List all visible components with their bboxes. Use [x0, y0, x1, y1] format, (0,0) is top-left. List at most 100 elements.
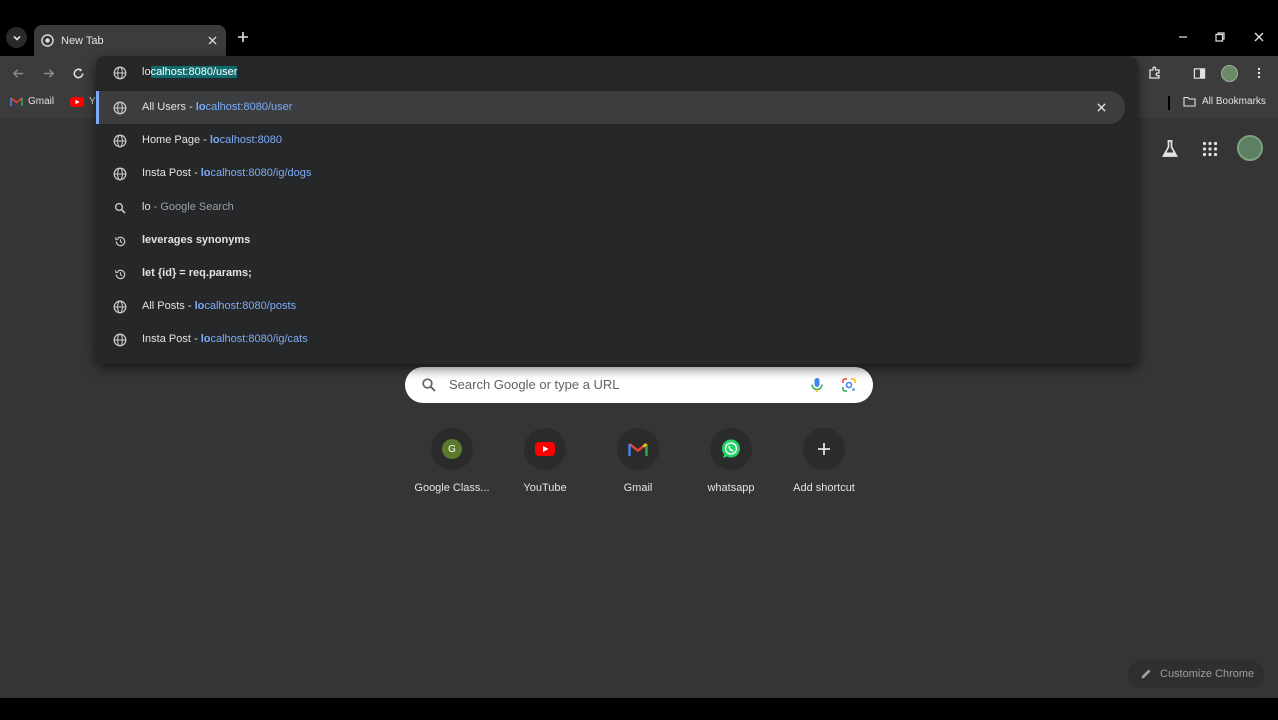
- forward-button[interactable]: [39, 64, 57, 82]
- suggestion-url-rest: calhost:8080: [219, 134, 283, 146]
- microphone-icon[interactable]: [808, 376, 826, 394]
- search-placeholder: Search Google or type a URL: [449, 377, 620, 392]
- suggestion-url: localhost:8080/ig/cats: [201, 333, 308, 345]
- suggestion-url-match: lo: [194, 300, 205, 312]
- suggestion-row[interactable]: leverages synonyms: [96, 224, 1138, 257]
- pencil-icon: [1141, 669, 1151, 679]
- shortcut-add[interactable]: Add shortcut: [779, 428, 869, 494]
- youtube-icon: [70, 96, 84, 107]
- globe-icon: [113, 66, 127, 80]
- bookmark-youtube[interactable]: Y: [70, 96, 96, 107]
- bottom-bar: [0, 698, 1278, 720]
- suggestion-history-text: leverages synonyms: [142, 234, 251, 246]
- omnibox-input[interactable]: localhost:8080/user: [96, 56, 1138, 90]
- suggestion-separator: -: [200, 134, 210, 146]
- tab-new-tab[interactable]: New Tab: [34, 25, 226, 56]
- suggestion-title: Home Page: [142, 134, 201, 146]
- omnibox-typed-text: lo: [142, 66, 151, 78]
- highlight-indicator: [96, 91, 99, 124]
- reload-icon: [73, 67, 83, 78]
- account-avatar[interactable]: [1237, 135, 1263, 161]
- tab-search-button[interactable]: [6, 27, 27, 48]
- whatsapp-icon: [710, 428, 752, 470]
- minimize-button[interactable]: [1174, 28, 1192, 46]
- suggestion-title: Insta Post: [142, 167, 191, 179]
- apps-grid-icon: [1202, 141, 1218, 157]
- all-bookmarks-button[interactable]: All Bookmarks: [1183, 96, 1266, 107]
- reload-button[interactable]: [69, 64, 87, 82]
- extensions-button[interactable]: [1146, 64, 1164, 82]
- tab-strip: New Tab: [0, 0, 1278, 56]
- more-vert-icon: [1257, 67, 1261, 79]
- labs-button[interactable]: [1158, 137, 1182, 161]
- suggestion-url-match: lo: [195, 101, 206, 113]
- omnibox-autocomplete-selection: calhost:8080/user: [150, 66, 238, 78]
- omnibox-text: localhost:8080/user: [142, 66, 238, 78]
- tab-close-icon[interactable]: [204, 33, 220, 49]
- suggestion-url-rest: calhost:8080/posts: [204, 300, 297, 312]
- globe-icon: [113, 134, 127, 148]
- suggestion-query: lo: [142, 201, 151, 213]
- suggestion-row[interactable]: All Users - localhost:8080/user: [96, 91, 1125, 124]
- flask-icon: [1162, 140, 1178, 157]
- suggestion-title: All Users: [142, 101, 187, 113]
- shortcut-label: Gmail: [623, 482, 653, 494]
- suggestion-url-rest: calhost:8080/user: [205, 101, 293, 113]
- shortcut-label: YouTube: [523, 482, 567, 494]
- new-tab-button[interactable]: [234, 28, 252, 46]
- bookmark-gmail[interactable]: Gmail: [10, 96, 54, 107]
- suggestion-history-text: let {id} = req.params;: [142, 267, 252, 279]
- suggestion-url-rest: calhost:8080/ig/dogs: [210, 167, 312, 179]
- suggestion-separator: -: [190, 333, 201, 345]
- google-search-box[interactable]: Search Google or type a URL: [405, 367, 873, 403]
- arrow-right-icon: [43, 68, 54, 78]
- close-window-button[interactable]: [1250, 28, 1268, 46]
- suggestion-text: lo - Google Search: [142, 201, 234, 213]
- side-panel-icon: [1193, 67, 1205, 79]
- apps-button[interactable]: [1198, 137, 1222, 161]
- profile-avatar[interactable]: [1221, 65, 1238, 82]
- suggestion-text: Home Page - localhost:8080: [142, 134, 282, 146]
- customize-chrome-label: Customize Chrome: [1160, 668, 1255, 680]
- suggestion-row[interactable]: All Posts - localhost:8080/posts: [96, 290, 1138, 323]
- customize-chrome-button[interactable]: Customize Chrome: [1128, 660, 1264, 688]
- shortcut-gmail[interactable]: Gmail: [593, 428, 683, 494]
- youtube-icon: [524, 428, 566, 470]
- google-lens-icon[interactable]: [840, 376, 858, 394]
- history-icon: [113, 267, 127, 281]
- suggestion-row[interactable]: Insta Post - localhost:8080/ig/dogs: [96, 157, 1138, 190]
- suggestion-url-rest: calhost:8080/ig/cats: [210, 333, 308, 345]
- suggestion-text: All Users - localhost:8080/user: [142, 101, 292, 113]
- remove-suggestion-button[interactable]: [1094, 100, 1108, 114]
- globe-icon: [113, 101, 127, 115]
- search-icon: [422, 378, 436, 392]
- suggestion-title: Insta Post: [142, 333, 191, 345]
- suggestion-text: Insta Post - localhost:8080/ig/cats: [142, 333, 308, 345]
- suggestion-text: All Posts - localhost:8080/posts: [142, 300, 296, 312]
- side-panel-button[interactable]: [1190, 64, 1208, 82]
- gmail-icon: [10, 96, 23, 106]
- bookmark-youtube-label: Y: [89, 96, 96, 107]
- omnibox-dropdown: localhost:8080/user All Users - localhos…: [96, 56, 1138, 364]
- globe-icon: [113, 167, 127, 181]
- suggestion-row[interactable]: Insta Post - localhost:8080/ig/cats: [96, 323, 1138, 356]
- menu-button[interactable]: [1250, 64, 1268, 82]
- suggestion-suffix: - Google Search: [150, 201, 234, 213]
- restore-button[interactable]: [1211, 28, 1229, 46]
- bookmarks-separator: [1168, 96, 1170, 110]
- plus-icon: [803, 428, 845, 470]
- back-button[interactable]: [9, 64, 27, 82]
- search-icon: [113, 201, 127, 215]
- bookmark-gmail-label: Gmail: [28, 96, 55, 107]
- folder-icon: [1183, 96, 1196, 107]
- shortcut-youtube[interactable]: YouTube: [500, 428, 590, 494]
- suggestion-row[interactable]: lo - Google Search: [96, 191, 1138, 224]
- suggestion-url-match: lo: [209, 134, 220, 146]
- shortcut-google-classroom[interactable]: G Google Class...: [407, 428, 497, 494]
- suggestion-row[interactable]: let {id} = req.params;: [96, 257, 1138, 290]
- suggestion-separator: -: [184, 300, 195, 312]
- shortcut-label: Add shortcut: [793, 482, 855, 494]
- suggestion-row[interactable]: Home Page - localhost:8080: [96, 124, 1138, 157]
- shortcut-whatsapp[interactable]: whatsapp: [686, 428, 776, 494]
- globe-icon: [113, 300, 127, 314]
